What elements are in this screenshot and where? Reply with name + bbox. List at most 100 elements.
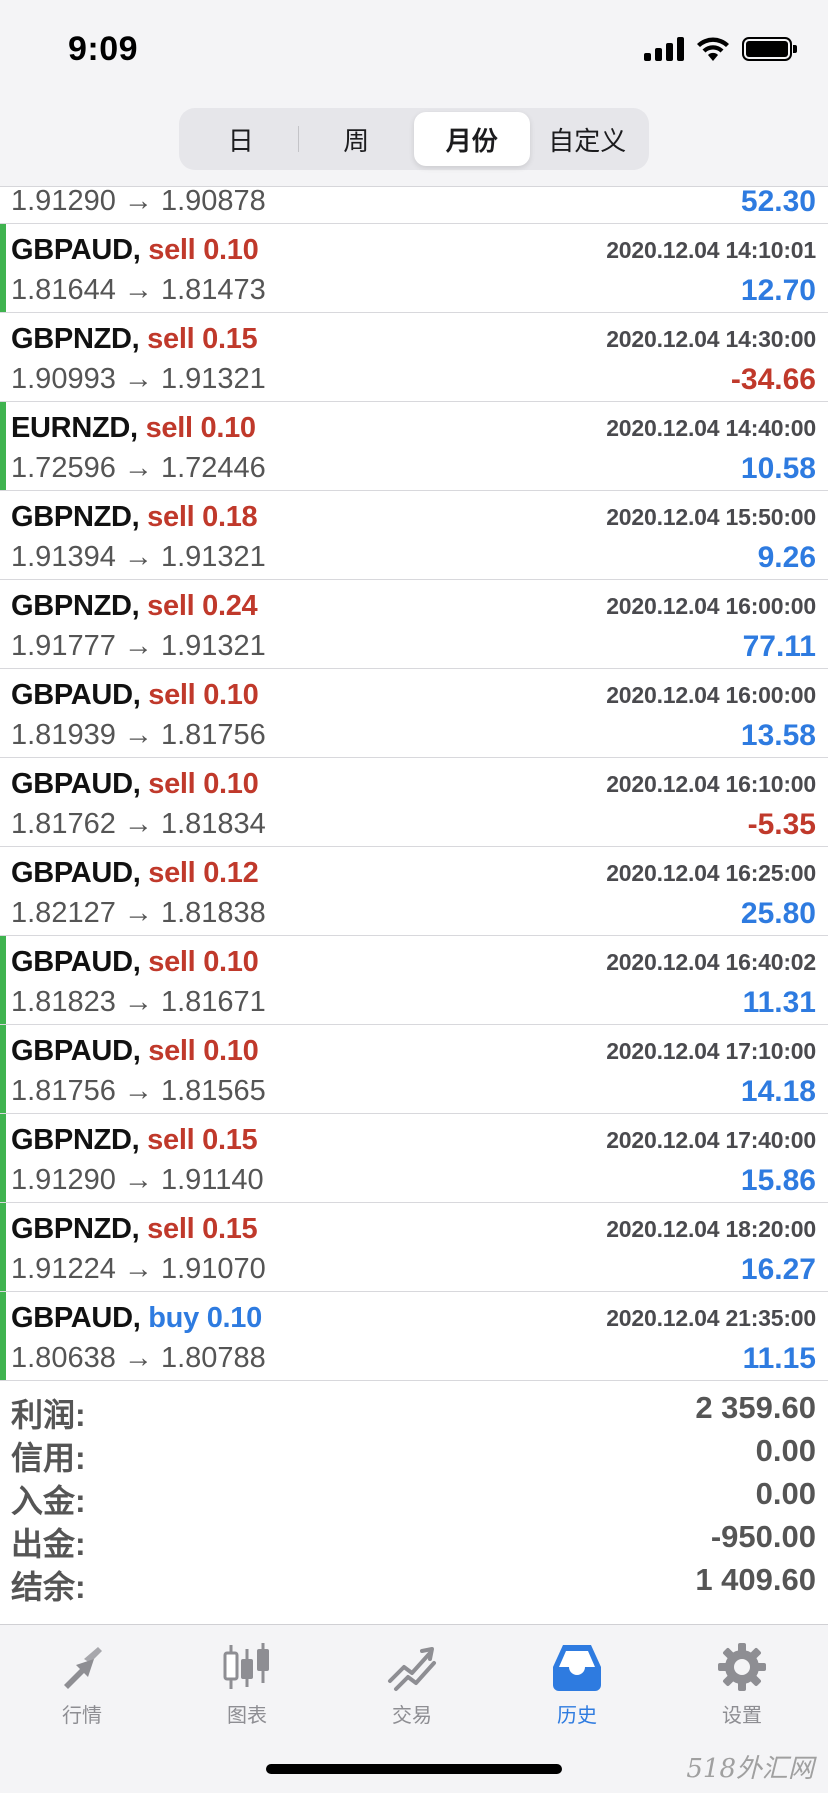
settings-icon — [718, 1643, 766, 1691]
period-selector-area: 日 周 月份 自定义 — [0, 100, 828, 187]
trade-row[interactable]: EURNZD, sell 0.10 2020.12.04 14:40:00 1.72… — [0, 402, 828, 491]
trade-time: 2020.12.04 17:10:00 — [606, 1038, 816, 1064]
trade-lot: 0.10 — [203, 234, 259, 266]
trade-symbol: EURNZD, — [11, 412, 138, 444]
trade-profit: -34.66 — [730, 363, 816, 396]
trade-symbol: GBPAUD, — [11, 234, 141, 266]
trade-profit: 10.58 — [740, 452, 816, 485]
period-segmented-control: 日 周 月份 自定义 — [179, 108, 649, 170]
trade-header: GBPAUD, sell 0.10 — [11, 679, 259, 712]
trade-profit: 11.31 — [742, 986, 816, 1019]
trade-row[interactable]: GBPAUD, sell 0.10 2020.12.04 16:00:00 1.81… — [0, 669, 828, 758]
trade-row[interactable]: 1.91290 → 1.90878 52.30 — [0, 187, 828, 224]
trade-profit: 14.18 — [740, 1075, 816, 1108]
trade-time: 2020.12.04 14:30:00 — [606, 326, 816, 352]
trade-lot: 0.12 — [203, 857, 259, 889]
trade-time: 2020.12.04 14:10:01 — [606, 237, 816, 263]
tab-label: 图表 — [227, 1705, 267, 1727]
status-bar: 9:09 — [0, 0, 828, 100]
summary-value: 2 359.60 — [695, 1390, 816, 1425]
trade-side: sell — [148, 946, 196, 978]
tab-history[interactable]: 历史 — [517, 1639, 637, 1728]
summary-label: 结余: — [11, 1569, 86, 1605]
trade-lot: 0.10 — [206, 1302, 263, 1334]
trade-time: 2020.12.04 16:10:00 — [606, 771, 816, 797]
status-icons — [644, 36, 797, 62]
trade-profit: 77.11 — [742, 630, 816, 663]
tab-charts[interactable]: 图表 — [187, 1639, 307, 1728]
trade-lot: 0.10 — [200, 412, 257, 444]
trade-side: sell — [147, 501, 195, 533]
summary-value: 0.00 — [755, 1433, 816, 1468]
trade-row[interactable]: GBPAUD, sell 0.10 2020.12.04 17:10:00 1.81… — [0, 1025, 828, 1114]
tab-quotes[interactable]: 行情 — [22, 1639, 142, 1728]
trade-prices: 1.91290 → 1.91140 — [11, 1164, 264, 1196]
trade-profit: 16.27 — [740, 1253, 816, 1286]
trade-symbol: GBPAUD, — [11, 679, 141, 711]
tab-settings[interactable]: 设置 — [682, 1639, 802, 1728]
summary-row-balance: 结余: 1 409.60 — [0, 1560, 828, 1605]
trade-row[interactable]: GBPNZD, sell 0.15 2020.12.04 18:20:00 1.91… — [0, 1203, 828, 1292]
trade-row[interactable]: GBPNZD, sell 0.24 2020.12.04 16:00:00 1.91… — [0, 580, 828, 669]
tab-trade[interactable]: 交易 — [352, 1639, 472, 1728]
trade-symbol: GBPAUD, — [11, 1302, 141, 1334]
trade-side: sell — [147, 1124, 195, 1156]
summary-row-profit: 利润: 2 359.60 — [0, 1388, 828, 1433]
trade-header: GBPAUD, sell 0.10 — [11, 1035, 259, 1068]
trade-row[interactable]: GBPNZD, sell 0.18 2020.12.04 15:50:00 1.91… — [0, 491, 828, 580]
summary-value: -950.00 — [710, 1519, 816, 1554]
trade-lot: 0.10 — [203, 679, 259, 711]
trade-profit: 52.30 — [740, 187, 816, 218]
segment-day[interactable]: 日 — [183, 112, 299, 166]
trade-header: GBPNZD, sell 0.15 — [11, 1213, 258, 1246]
trade-icon — [388, 1647, 436, 1691]
trade-prices: 1.91394 → 1.91321 — [11, 541, 266, 573]
trade-symbol: GBPNZD, — [11, 1213, 140, 1245]
trade-row[interactable]: GBPAUD, sell 0.10 2020.12.04 16:10:00 1.81… — [0, 758, 828, 847]
summary-row-deposit: 入金: 0.00 — [0, 1474, 828, 1519]
trade-row[interactable]: GBPAUD, sell 0.12 2020.12.04 16:25:00 1.82… — [0, 847, 828, 936]
trade-side: sell — [147, 323, 195, 355]
trade-lot: 0.15 — [202, 1124, 258, 1156]
trade-row[interactable]: GBPAUD, sell 0.10 2020.12.04 14:10:01 1.81… — [0, 224, 828, 313]
trade-profit: 9.26 — [757, 541, 816, 574]
trade-side: sell — [147, 590, 195, 622]
summary-row-credit: 信用: 0.00 — [0, 1431, 828, 1476]
trade-row[interactable]: GBPAUD, buy 0.10 2020.12.04 21:35:00 1.806… — [0, 1292, 828, 1381]
summary-label: 利润: — [11, 1397, 86, 1433]
trade-prices: 1.72596 → 1.72446 — [11, 452, 266, 484]
trade-symbol: GBPAUD, — [11, 1035, 141, 1067]
trade-lot: 0.18 — [202, 501, 258, 533]
trade-row[interactable]: GBPNZD, sell 0.15 2020.12.04 17:40:00 1.91… — [0, 1114, 828, 1203]
trade-prices: 1.81823 → 1.81671 — [11, 986, 266, 1018]
trade-prices: 1.90993 → 1.91321 — [11, 363, 266, 395]
trade-time: 2020.12.04 16:40:02 — [606, 949, 816, 975]
summary-value: 1 409.60 — [695, 1562, 816, 1597]
trade-row[interactable]: GBPAUD, sell 0.10 2020.12.04 16:40:02 1.81… — [0, 936, 828, 1025]
tab-label: 设置 — [722, 1705, 762, 1727]
trade-row[interactable]: GBPNZD, sell 0.15 2020.12.04 14:30:00 1.90… — [0, 313, 828, 402]
trade-prices: 1.80638 → 1.80788 — [11, 1342, 266, 1374]
segment-month[interactable]: 月份 — [414, 112, 530, 166]
segment-week[interactable]: 周 — [299, 112, 415, 166]
trade-side: sell — [148, 768, 196, 800]
segment-custom[interactable]: 自定义 — [530, 112, 646, 166]
trade-time: 2020.12.04 16:00:00 — [606, 682, 816, 708]
trade-header: GBPAUD, sell 0.12 — [11, 857, 259, 890]
home-indicator[interactable] — [266, 1764, 562, 1774]
summary-row-withdrawal: 出金: -950.00 — [0, 1517, 828, 1562]
trade-lot: 0.15 — [202, 323, 258, 355]
trade-profit: 12.70 — [740, 274, 816, 307]
trade-prices: 1.91224 → 1.91070 — [11, 1253, 266, 1285]
trade-side: sell — [145, 412, 193, 444]
account-summary: 利润: 2 359.60 信用: 0.00 入金: 0.00 出金: -950.… — [0, 1388, 828, 1605]
trade-time: 2020.12.04 16:25:00 — [606, 860, 816, 886]
trade-lot: 0.24 — [202, 590, 258, 622]
trade-lot: 0.10 — [203, 768, 259, 800]
summary-label: 入金: — [11, 1483, 86, 1519]
trade-symbol: GBPNZD, — [11, 323, 140, 355]
tab-label: 历史 — [557, 1705, 597, 1727]
trade-history-list[interactable]: 1.91290 → 1.90878 52.30 GBPAUD, sell 0.10 2… — [0, 187, 828, 1382]
trade-header: EURNZD, sell 0.10 — [11, 412, 256, 445]
quotes-icon — [64, 1647, 102, 1689]
